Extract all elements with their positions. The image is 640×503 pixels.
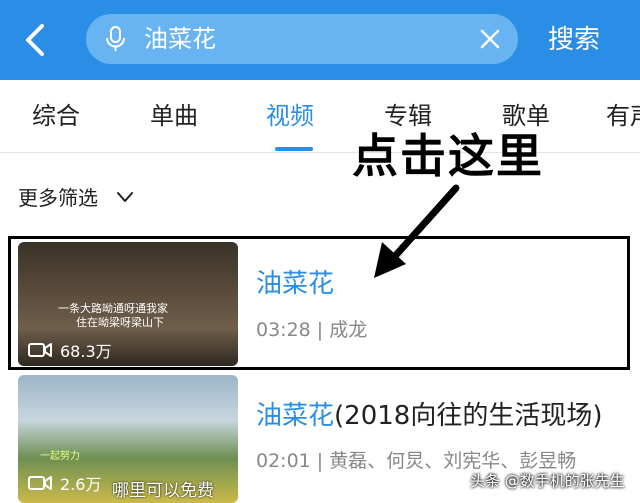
- result-title-main: 油菜花: [256, 401, 335, 431]
- annotation-label: 点击这里: [352, 129, 544, 183]
- tab-all[interactable]: 综合: [32, 98, 80, 134]
- search-box[interactable]: 油菜花: [86, 14, 518, 64]
- chevron-down-icon[interactable]: [116, 190, 134, 204]
- search-button[interactable]: 搜索: [548, 20, 600, 60]
- tab-videos[interactable]: 视频: [266, 98, 314, 134]
- category-tabs: 综合 单曲 视频 专辑 歌单 有声: [0, 80, 640, 153]
- back-arrow-icon[interactable]: [18, 22, 54, 58]
- watermark: 头条 @数手机的张先生: [470, 472, 625, 490]
- annotation-arrow-icon: [374, 184, 460, 278]
- clear-icon[interactable]: [476, 25, 504, 53]
- search-input[interactable]: 油菜花: [144, 22, 216, 56]
- voice-search-icon[interactable]: [100, 24, 130, 54]
- result-title[interactable]: 油菜花(2018向往的生活现场): [256, 398, 602, 434]
- promo-text: 哪里可以免费: [112, 481, 214, 501]
- highlight-box: [8, 236, 630, 370]
- video-camera-icon: [28, 476, 52, 490]
- tab-audio[interactable]: 有声: [606, 98, 640, 134]
- thumbnail-caption: 一起努力: [40, 451, 80, 462]
- play-count: 2.6万: [60, 475, 102, 494]
- tab-songs[interactable]: 单曲: [150, 98, 198, 134]
- active-tab-indicator: [275, 147, 313, 151]
- result-title-rest: (2018向往的生活现场): [334, 401, 603, 431]
- more-filters-button[interactable]: 更多筛选: [18, 184, 98, 212]
- top-bar: 油菜花 搜索: [0, 0, 640, 80]
